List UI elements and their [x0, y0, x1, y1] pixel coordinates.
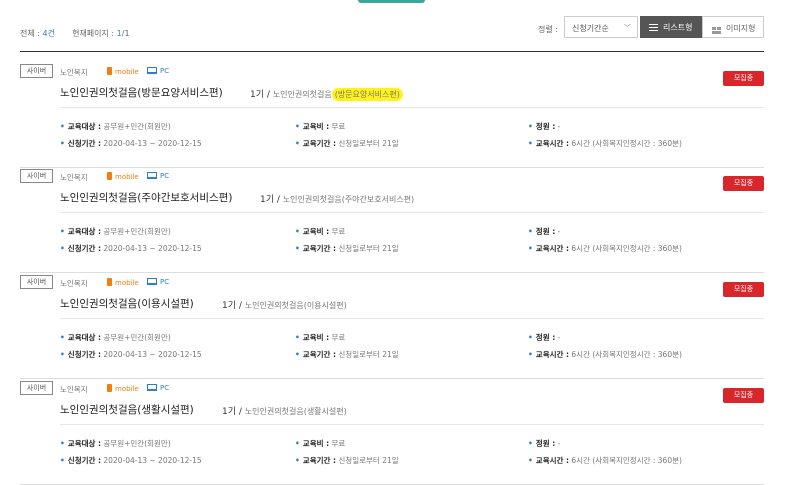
course-category: 노인복지 — [60, 68, 88, 77]
edu-period-field: 교육기간 : 신청일로부터 21일 — [295, 455, 399, 466]
sort-label: 정렬 : — [538, 25, 558, 34]
item-bottom-border — [20, 272, 764, 273]
mobile-available: mobile — [107, 67, 139, 76]
course-category: 노인복지 — [60, 385, 88, 394]
list-top-border — [20, 51, 764, 52]
item-divider — [60, 107, 764, 108]
monitor-icon — [147, 384, 157, 391]
course-title-link[interactable]: 노인인권의첫걸음(생활시설편) — [60, 402, 194, 417]
mobile-available: mobile — [107, 278, 139, 287]
item-divider — [60, 424, 764, 425]
list-view-button[interactable]: 리스트형 — [640, 16, 702, 38]
capacity-field: 정원 : - — [528, 332, 560, 343]
course-type-badge: 사이버 — [20, 64, 53, 78]
total-count: 4건 — [42, 29, 55, 38]
pc-available: PC — [147, 172, 169, 180]
target-field: 교육대상 : 공무원+민간(회원만) — [60, 332, 171, 343]
item-divider — [60, 212, 764, 213]
course-category: 노인복지 — [60, 279, 88, 288]
monitor-icon — [147, 172, 157, 179]
sort-value: 신청기간순 — [572, 24, 609, 33]
result-summary: 전체 : 4건 현재페이지 : 1/1 — [20, 29, 130, 38]
apply-period-field: 신청기간 : 2020-04-13 ~ 2020-12-15 — [60, 349, 202, 360]
target-field: 교육대상 : 공무원+민간(회원만) — [60, 438, 171, 449]
mobile-available: mobile — [107, 384, 139, 393]
status-badge: 모집중 — [723, 71, 764, 86]
chevron-down-icon: ﹀ — [624, 24, 631, 32]
highlight-mark: (방문요양서비스편) — [331, 88, 403, 101]
page-total: /1 — [121, 29, 130, 38]
target-field: 교육대상 : 공무원+민간(회원만) — [60, 121, 171, 132]
list-toolbar: 전체 : 4건 현재페이지 : 1/1 정렬 : 신청기간순 ﹀ 리스트형 이미… — [20, 14, 764, 44]
course-round[interactable]: 1기 / 노인인권의첫걸음(생활시설편) — [222, 404, 347, 417]
fee-field: 교육비 : 무료 — [295, 332, 345, 343]
target-field: 교육대상 : 공무원+민간(회원만) — [60, 226, 171, 237]
edu-hours-field: 교육시간 : 6시간 (사회복지인정시간 : 360분) — [528, 455, 682, 466]
fee-field: 교육비 : 무료 — [295, 121, 345, 132]
mobile-icon — [107, 172, 112, 180]
capacity-field: 정원 : - — [528, 226, 560, 237]
status-badge: 모집중 — [723, 282, 764, 297]
course-round[interactable]: 1기 / 노인인권의첫걸음(이용시설편) — [222, 298, 347, 311]
fee-field: 교육비 : 무료 — [295, 226, 345, 237]
apply-period-field: 신청기간 : 2020-04-13 ~ 2020-12-15 — [60, 243, 202, 254]
course-title-link[interactable]: 노인인권의첫걸음(방문요양서비스편) — [60, 85, 223, 100]
pc-available: PC — [147, 384, 169, 392]
course-round[interactable]: 1기 / 노인인권의첫걸음 (방문요양서비스편) — [250, 87, 403, 101]
edu-hours-field: 교육시간 : 6시간 (사회복지인정시간 : 360분) — [528, 243, 682, 254]
mobile-icon — [107, 278, 112, 286]
sort-select[interactable]: 신청기간순 ﹀ — [564, 16, 638, 38]
mobile-icon — [107, 384, 112, 392]
edu-hours-field: 교육시간 : 6시간 (사회복지인정시간 : 360분) — [528, 138, 682, 149]
edu-period-field: 교육기간 : 신청일로부터 21일 — [295, 138, 399, 149]
status-badge: 모집중 — [723, 176, 764, 191]
item-bottom-border — [20, 167, 764, 168]
pc-available: PC — [147, 67, 169, 75]
list-icon — [649, 24, 658, 31]
fee-field: 교육비 : 무료 — [295, 438, 345, 449]
apply-period-field: 신청기간 : 2020-04-13 ~ 2020-12-15 — [60, 455, 202, 466]
course-type-badge: 사이버 — [20, 169, 53, 183]
capacity-field: 정원 : - — [528, 438, 560, 449]
course-type-badge: 사이버 — [20, 275, 53, 289]
edu-hours-field: 교육시간 : 6시간 (사회복지인정시간 : 360분) — [528, 349, 682, 360]
course-item: 사이버 노인복지 mobile PC 노인인권의첫걸음(주야간보호서비스편) 1… — [20, 169, 764, 273]
edu-period-field: 교육기간 : 신청일로부터 21일 — [295, 243, 399, 254]
course-title-link[interactable]: 노인인권의첫걸음(주야간보호서비스편) — [60, 190, 232, 205]
course-item: 사이버 노인복지 mobile PC 노인인권의첫걸음(방문요양서비스편) 1기… — [20, 64, 764, 168]
status-badge: 모집중 — [723, 388, 764, 403]
course-type-badge: 사이버 — [20, 381, 53, 395]
course-round[interactable]: 1기 / 노인인권의첫걸음(주야간보호서비스편) — [260, 192, 414, 205]
edu-period-field: 교육기간 : 신청일로부터 21일 — [295, 349, 399, 360]
pc-available: PC — [147, 278, 169, 286]
mobile-available: mobile — [107, 172, 139, 181]
item-bottom-border — [20, 378, 764, 379]
monitor-icon — [147, 278, 157, 285]
course-title-link[interactable]: 노인인권의첫걸음(이용시설편) — [60, 296, 194, 311]
mobile-icon — [107, 67, 112, 75]
item-divider — [60, 318, 764, 319]
apply-period-field: 신청기간 : 2020-04-13 ~ 2020-12-15 — [60, 138, 202, 149]
course-item: 사이버 노인복지 mobile PC 노인인권의첫걸음(생활시설편) 1기 / … — [20, 381, 764, 485]
course-category: 노인복지 — [60, 173, 88, 182]
course-item: 사이버 노인복지 mobile PC 노인인권의첫걸음(이용시설편) 1기 / … — [20, 275, 764, 379]
top-tab-indicator — [358, 0, 425, 3]
image-view-button[interactable]: 이미지형 — [702, 16, 764, 38]
grid-icon — [712, 27, 721, 30]
capacity-field: 정원 : - — [528, 121, 560, 132]
monitor-icon — [147, 67, 157, 74]
